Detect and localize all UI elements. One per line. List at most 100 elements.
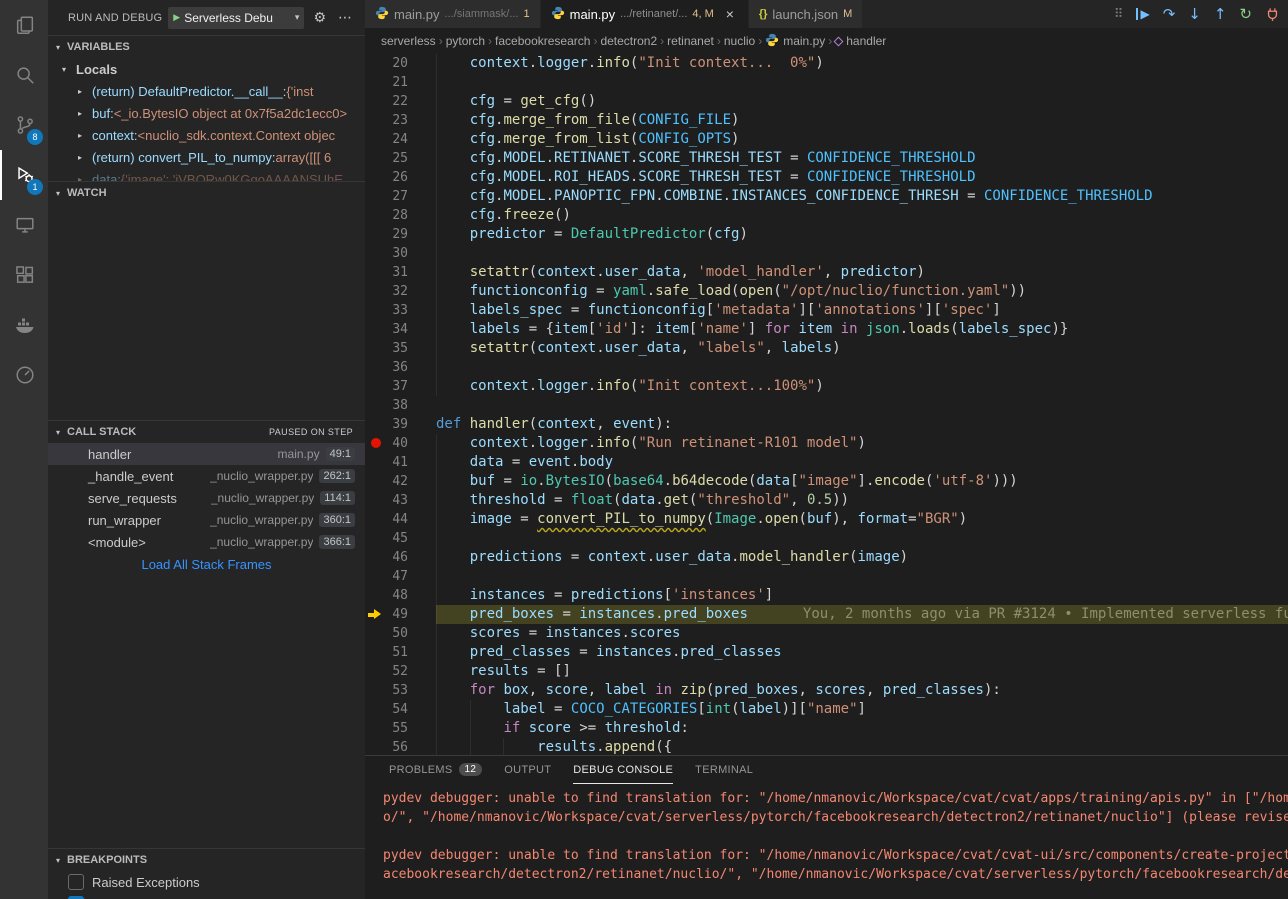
gutter[interactable]: 33 [365,301,436,320]
code-line[interactable]: 36 [365,358,1288,377]
gutter[interactable]: 43 [365,491,436,510]
breakpoint-item[interactable]: Raised Exceptions [48,871,365,893]
gutter[interactable]: 28 [365,206,436,225]
start-debug-icon[interactable]: ▶ [173,12,180,23]
breakpoints-header[interactable]: ▾ BREAKPOINTS [48,849,365,871]
gutter[interactable]: 55 [365,719,436,738]
editor-tab-main-py[interactable]: main.py.../siammask/...1 [365,0,541,28]
gutter[interactable]: 54 [365,700,436,719]
variables-header[interactable]: ▾ VARIABLES [48,36,365,58]
gutter[interactable]: 36 [365,358,436,377]
code-line[interactable]: 47 [365,567,1288,586]
panel-tab-debug-console[interactable]: DEBUG CONSOLE [573,756,673,784]
checkbox[interactable] [68,874,84,890]
gutter[interactable]: 24 [365,130,436,149]
gutter[interactable]: 50 [365,624,436,643]
activity-bar-item-search[interactable] [0,50,48,100]
gutter[interactable]: 21 [365,73,436,92]
gutter[interactable]: 26 [365,168,436,187]
call-stack-header[interactable]: ▾ CALL STACK PAUSED ON STEP [48,421,365,443]
gutter[interactable]: 32 [365,282,436,301]
code-line[interactable]: 23 cfg.merge_from_file(CONFIG_FILE) [365,111,1288,130]
panel-tab-problems[interactable]: PROBLEMS12 [389,756,482,784]
panel-tab-output[interactable]: OUTPUT [504,756,551,784]
gutter[interactable]: 39 [365,415,436,434]
step-over-icon[interactable]: ↷ [1163,7,1176,22]
load-all-stack-frames-link[interactable]: Load All Stack Frames [48,553,365,577]
code-line[interactable]: 41 data = event.body [365,453,1288,472]
code-line[interactable]: 42 buf = io.BytesIO(base64.b64decode(dat… [365,472,1288,491]
debug-console-output[interactable]: pydev debugger: unable to find translati… [365,784,1288,899]
breadcrumb-item[interactable]: detectron2 [600,34,657,48]
variable-row[interactable]: ▸buf: <_io.BytesIO object at 0x7f5a2dc1e… [48,102,365,124]
gutter[interactable]: 20 [365,54,436,73]
scope-locals[interactable]: ▾ Locals [48,58,365,80]
debug-config-dropdown[interactable]: ▶ Serverless Debu ▾ [168,7,304,29]
activity-bar-item-docker[interactable] [0,300,48,350]
code-line[interactable]: 48 instances = predictions['instances'] [365,586,1288,605]
activity-bar-item-profiler[interactable] [0,350,48,400]
code-line[interactable]: 50 scores = instances.scores [365,624,1288,643]
code-line[interactable]: 35 setattr(context.user_data, "labels", … [365,339,1288,358]
variable-row[interactable]: ▸(return) convert_PIL_to_numpy: array([[… [48,146,365,168]
code-line[interactable]: 30 [365,244,1288,263]
breadcrumb-item[interactable]: facebookresearch [495,34,590,48]
gutter[interactable]: 40 [365,434,436,453]
gutter[interactable]: 35 [365,339,436,358]
code-line[interactable]: 22 cfg = get_cfg() [365,92,1288,111]
variable-row[interactable]: ▸(return) DefaultPredictor.__call__: {'i… [48,80,365,102]
stack-frame[interactable]: run_wrapper_nuclio_wrapper.py360:1 [48,509,365,531]
code-line[interactable]: 49 pred_boxes = instances.pred_boxesYou,… [365,605,1288,624]
editor-tab-launch-json[interactable]: {}launch.jsonM [749,0,864,28]
stack-frame[interactable]: handlermain.py49:1 [48,443,365,465]
code-line[interactable]: 26 cfg.MODEL.ROI_HEADS.SCORE_THRESH_TEST… [365,168,1288,187]
gutter[interactable]: 22 [365,92,436,111]
stack-frame[interactable]: <module>_nuclio_wrapper.py366:1 [48,531,365,553]
more-actions-icon[interactable]: ⋯ [335,10,355,26]
gutter[interactable]: 48 [365,586,436,605]
gutter[interactable]: 42 [365,472,436,491]
code-line[interactable]: 25 cfg.MODEL.RETINANET.SCORE_THRESH_TEST… [365,149,1288,168]
gutter[interactable]: 23 [365,111,436,130]
gutter[interactable]: 53 [365,681,436,700]
breadcrumb-item[interactable]: serverless [381,34,436,48]
gutter[interactable]: 44 [365,510,436,529]
code-line[interactable]: 55 if score >= threshold: [365,719,1288,738]
breadcrumb-item[interactable]: nuclio [724,34,755,48]
gutter[interactable]: 34 [365,320,436,339]
code-line[interactable]: 51 pred_classes = instances.pred_classes [365,643,1288,662]
gutter[interactable]: 45 [365,529,436,548]
gear-icon[interactable]: ⚙ [310,10,329,26]
panel-tab-terminal[interactable]: TERMINAL [695,756,753,784]
stack-frame[interactable]: _handle_event_nuclio_wrapper.py262:1 [48,465,365,487]
gutter[interactable]: 25 [365,149,436,168]
code-line[interactable]: 54 label = COCO_CATEGORIES[int(label)]["… [365,700,1288,719]
step-out-icon[interactable]: ↑ [1214,7,1227,22]
code-line[interactable]: 39def handler(context, event): [365,415,1288,434]
breadcrumb-item[interactable]: retinanet [667,34,714,48]
close-icon[interactable]: × [722,6,738,22]
activity-bar-item-source-control[interactable]: 8 [0,100,48,150]
stack-frame[interactable]: serve_requests_nuclio_wrapper.py114:1 [48,487,365,509]
breadcrumb-item[interactable]: main.py [765,33,825,50]
gutter[interactable]: 38 [365,396,436,415]
gutter[interactable]: 29 [365,225,436,244]
code-line[interactable]: 27 cfg.MODEL.PANOPTIC_FPN.COMBINE.INSTAN… [365,187,1288,206]
code-line[interactable]: 53 for box, score, label in zip(pred_box… [365,681,1288,700]
activity-bar-item-run-and-debug[interactable]: 1 [0,150,48,200]
variable-row[interactable]: ▸data: {'image': 'iVBORw0KGgoAAAANSUhE [48,168,365,181]
code-line[interactable]: 52 results = [] [365,662,1288,681]
gutter[interactable]: 30 [365,244,436,263]
variable-row[interactable]: ▸context: <nuclio_sdk.context.Context ob… [48,124,365,146]
code-line[interactable]: 45 [365,529,1288,548]
gutter[interactable]: 51 [365,643,436,662]
activity-bar-item-remote-explorer[interactable] [0,200,48,250]
step-into-icon[interactable]: ↓ [1188,7,1201,22]
code-line[interactable]: 37 context.logger.info("Init context...1… [365,377,1288,396]
gutter[interactable]: 46 [365,548,436,567]
code-line[interactable]: 28 cfg.freeze() [365,206,1288,225]
breadcrumb-item[interactable]: handler [835,34,886,48]
code-line[interactable]: 44 image = convert_PIL_to_numpy(Image.op… [365,510,1288,529]
breadcrumb-item[interactable]: pytorch [446,34,485,48]
code-line[interactable]: 43 threshold = float(data.get("threshold… [365,491,1288,510]
